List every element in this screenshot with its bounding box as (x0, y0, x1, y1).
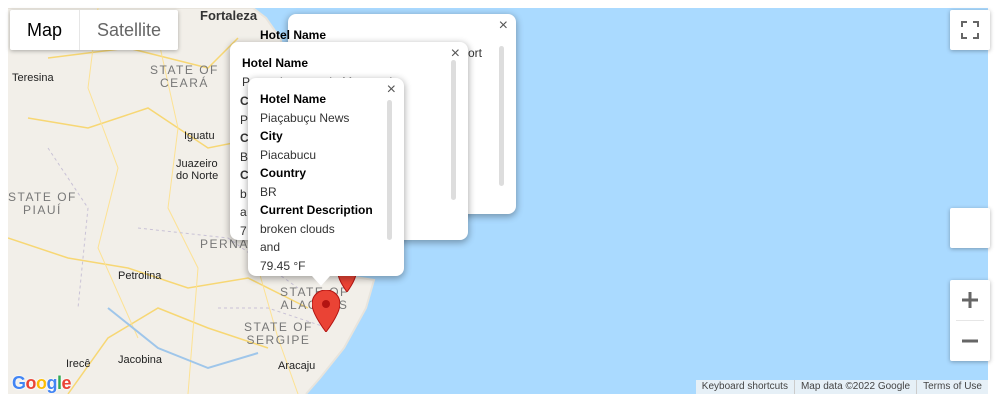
hotel-label: Hotel Name (260, 92, 327, 106)
map-footer: Keyboard shortcuts Map data ©2022 Google… (695, 380, 988, 394)
description-label: Current Description (260, 203, 373, 217)
place-iguatu: Iguatu (184, 130, 215, 142)
keyboard-shortcuts-link[interactable]: Keyboard shortcuts (696, 380, 794, 394)
map-type-map-button[interactable]: Map (10, 10, 79, 50)
place-fortaleza: Fortaleza (200, 8, 258, 23)
place-irece: Irecê (66, 358, 91, 370)
state-ceara: STATE OF CEARÁ (150, 63, 219, 90)
state-piaui: STATE OF PIAUÍ (8, 190, 77, 217)
zoom-control (950, 280, 990, 361)
place-juazeiro: Juazeiro do Norte (176, 158, 219, 182)
place-jacobina: Jacobina (118, 354, 163, 366)
info-window-front[interactable]: Hotel Name Piaçabuçu News City Piacabucu… (248, 78, 404, 286)
close-icon[interactable]: × (499, 17, 508, 35)
country-value: BR (260, 184, 277, 199)
zoom-out-button[interactable] (950, 321, 990, 361)
zoom-in-button[interactable] (950, 280, 990, 320)
hotel-value: Piaçabuçu News (260, 110, 350, 125)
scrollbar[interactable] (499, 46, 504, 186)
state-sergipe: STATE OF SERGIPE (244, 320, 313, 347)
and-text: and (260, 240, 281, 254)
city-value: Piacabucu (260, 147, 317, 162)
minus-icon (962, 339, 978, 343)
scrollbar[interactable] (451, 60, 456, 200)
hotel-label: Hotel Name (242, 56, 309, 70)
map-data-attribution: Map data ©2022 Google (793, 380, 916, 394)
close-icon[interactable]: × (387, 81, 396, 99)
map-marker-icon[interactable] (312, 290, 340, 332)
google-logo[interactable]: Google (12, 373, 72, 394)
fullscreen-icon (961, 21, 979, 39)
scrollbar[interactable] (387, 100, 392, 240)
street-view-pegman-button[interactable] (950, 208, 990, 248)
info-window-tail (312, 276, 330, 286)
temperature-value: 79.45 °F (260, 258, 306, 273)
hotel-value-partial: ort (468, 46, 483, 60)
place-petrolina: Petrolina (118, 270, 162, 282)
terms-of-use-link[interactable]: Terms of Use (916, 380, 988, 394)
map-type-control: Map Satellite (10, 10, 179, 50)
map-type-satellite-button[interactable]: Satellite (79, 10, 178, 50)
country-label: Country (260, 166, 306, 180)
fullscreen-button[interactable] (950, 10, 990, 50)
plus-icon (962, 292, 978, 308)
place-teresina: Teresina (12, 72, 54, 84)
description-value: broken clouds (260, 221, 335, 236)
place-aracaju: Aracaju (278, 360, 316, 372)
city-label: City (260, 129, 283, 143)
